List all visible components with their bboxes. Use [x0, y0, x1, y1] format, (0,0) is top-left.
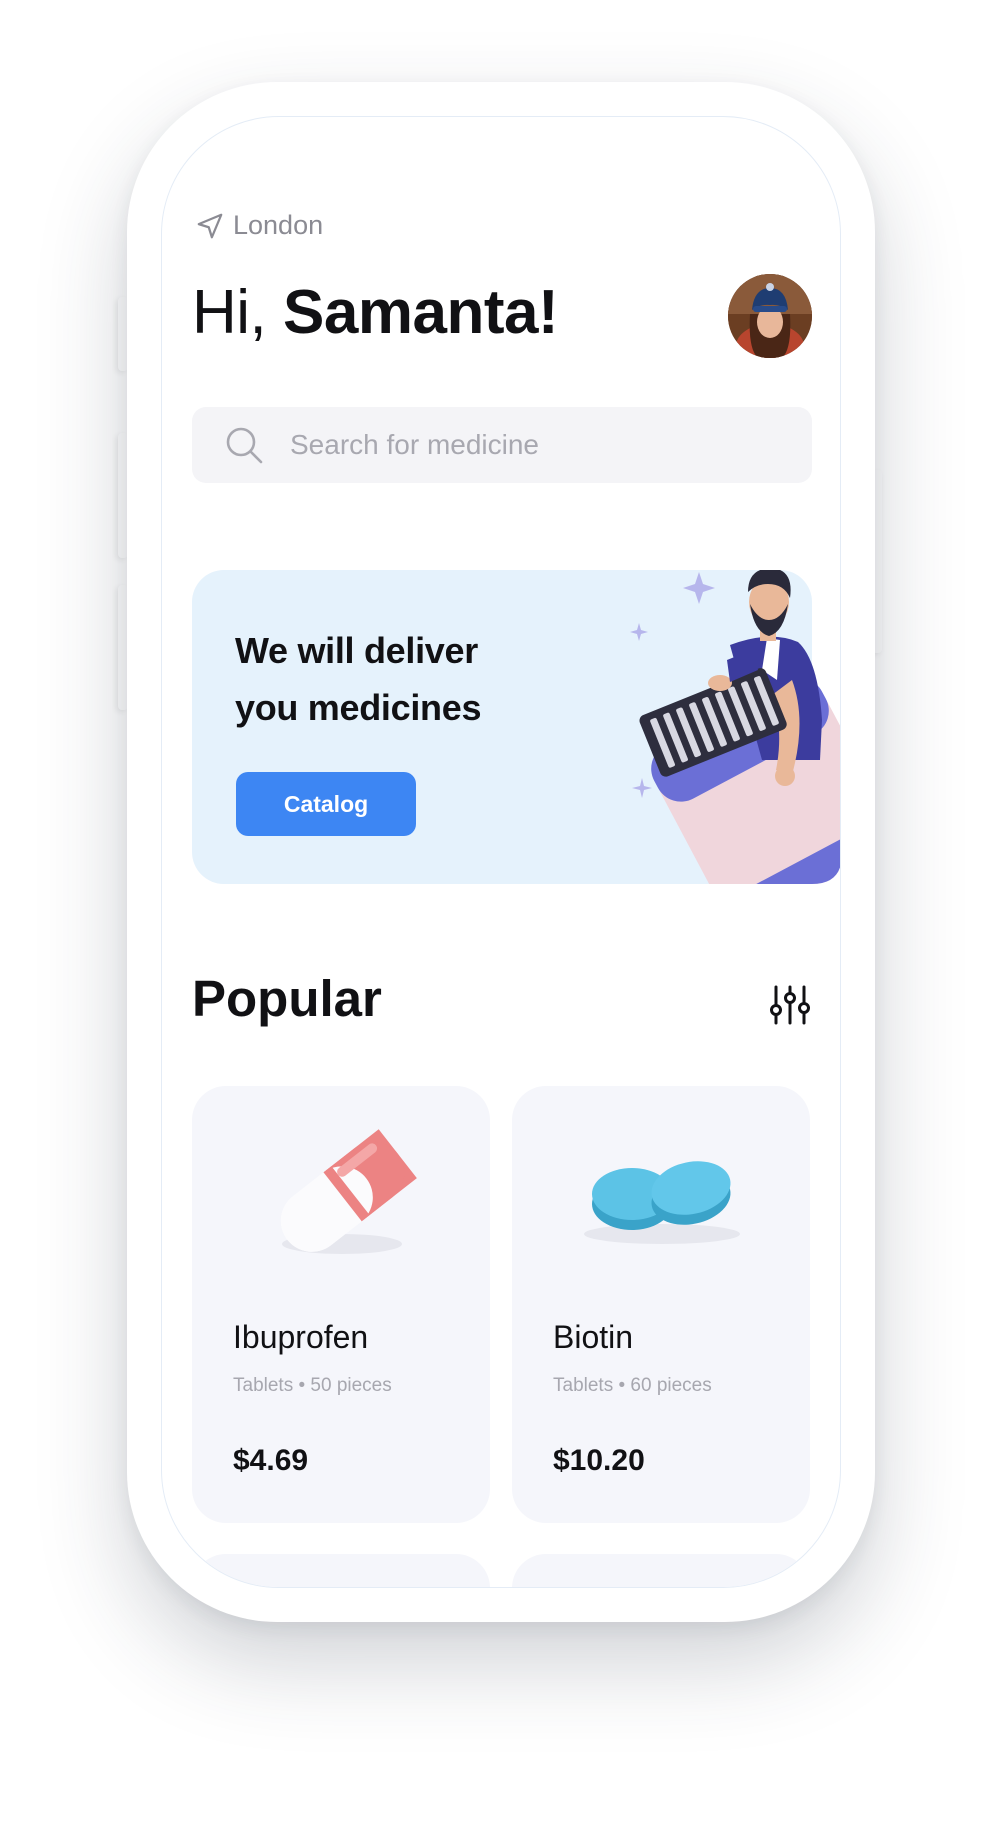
search-icon [226, 427, 263, 464]
greeting-prefix: Hi, [192, 278, 267, 347]
product-name: Ibuprofen [233, 1319, 369, 1355]
tablets-icon [584, 1161, 740, 1244]
product-details: Tablets • 60 pieces [553, 1375, 712, 1396]
product-details: Tablets • 50 pieces [233, 1375, 392, 1396]
navigation-arrow-icon [197, 213, 223, 238]
delivery-man-illustration [630, 570, 840, 884]
filter-sliders-icon[interactable] [768, 983, 812, 1027]
greeting-user-name: Samanta! [283, 278, 559, 347]
banner-title: We will deliver you medicines [235, 630, 482, 728]
app-screen: London Hi, Samanta! Search for medicine … [161, 116, 841, 1588]
product-card-ibuprofen[interactable]: Ibuprofen Tablets • 50 pieces $4.69 [192, 1086, 490, 1523]
location-label: London [233, 210, 324, 240]
search-bar[interactable] [192, 407, 812, 483]
product-price: $4.69 [233, 1444, 309, 1477]
location-selector[interactable]: London [195, 210, 323, 241]
product-price: $10.20 [553, 1444, 645, 1477]
screenshot-stage: London Hi, Samanta! Search for medicine … [0, 0, 1002, 1821]
popular-section-title: Popular [192, 970, 382, 1027]
catalog-button[interactable]: Catalog [236, 772, 416, 836]
capsule-icon [280, 1129, 417, 1254]
product-card-partial[interactable] [192, 1554, 490, 1587]
product-card-partial[interactable] [512, 1554, 810, 1587]
product-card-biotin[interactable]: Biotin Tablets • 60 pieces $10.20 [512, 1086, 810, 1523]
user-avatar[interactable] [728, 274, 812, 358]
avatar-photo [728, 274, 812, 358]
product-name: Biotin [553, 1319, 634, 1355]
greeting-heading: Hi, Samanta! [192, 277, 559, 348]
search-input[interactable] [288, 428, 752, 462]
